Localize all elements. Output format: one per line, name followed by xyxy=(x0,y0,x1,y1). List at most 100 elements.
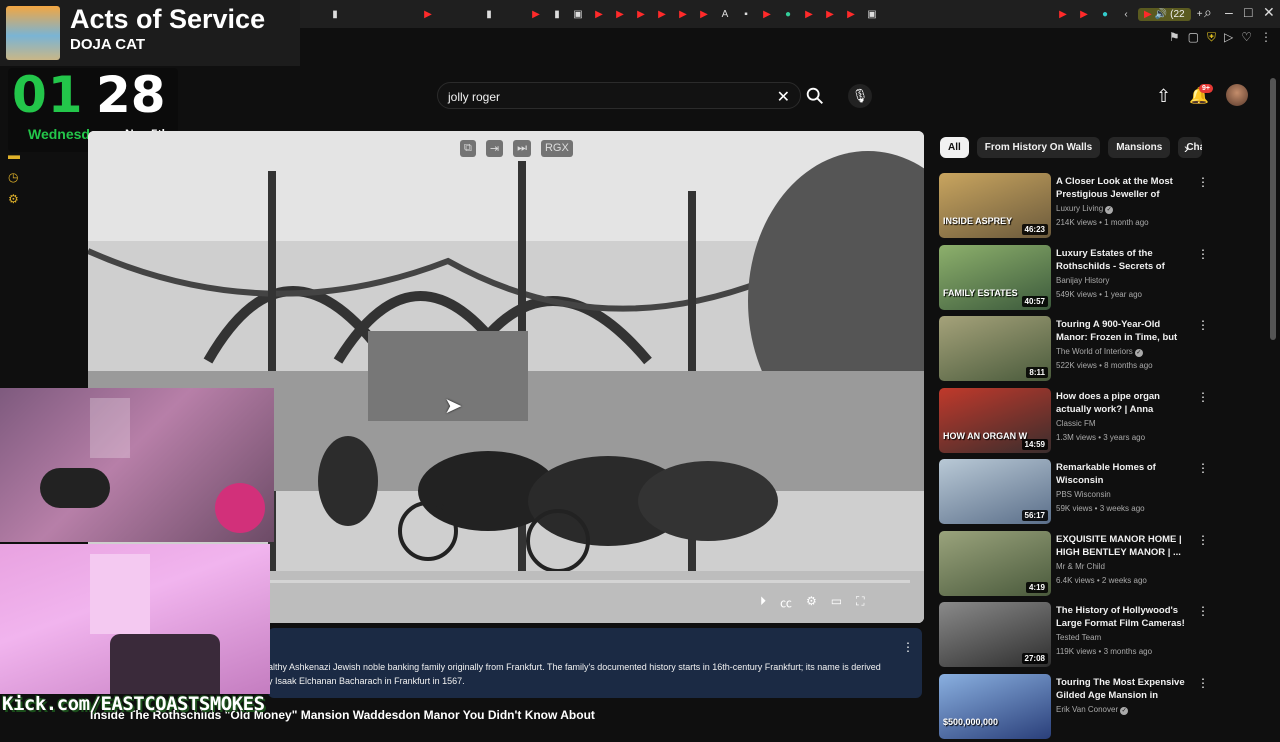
recommendation-item[interactable]: FAMILY ESTATES 40:57 Luxury Estates of the… xyxy=(939,244,1219,313)
heart-icon[interactable]: ♡ xyxy=(1241,30,1252,45)
search-icon[interactable] xyxy=(804,85,826,107)
recommendation-item[interactable]: $500,000,000 Touring The Most Expensive G… xyxy=(939,673,1219,742)
share-icon[interactable]: ⇥ xyxy=(485,140,504,157)
shield-icon[interactable]: ⛨ xyxy=(1207,30,1216,45)
tab-favicon-youtube[interactable]: ▶ xyxy=(842,7,860,21)
tab-favicon-youtube[interactable]: ▶ xyxy=(527,7,545,21)
upload-icon[interactable]: ⇧ xyxy=(1156,86,1171,107)
recommendation-title[interactable]: Luxury Estates of the Rothschilds - Secr… xyxy=(1056,247,1191,275)
more-options-icon[interactable]: ⋮ xyxy=(1197,533,1209,547)
tab-favicon-youtube[interactable]: ▶ xyxy=(674,7,692,21)
avatar[interactable] xyxy=(1226,84,1248,106)
folder-icon[interactable]: ▬ xyxy=(8,148,20,162)
video-thumbnail[interactable]: 56:17 xyxy=(939,459,1051,524)
captions-icon[interactable]: ㏄ xyxy=(780,594,792,611)
more-options-icon[interactable]: ⋮ xyxy=(1197,318,1209,332)
recommendation-title[interactable]: EXQUISITE MANOR HOME | HIGH BENTLEY MANO… xyxy=(1056,533,1191,559)
recommendation-title[interactable]: A Closer Look at the Most Prestigious Je… xyxy=(1056,175,1191,203)
channel-name[interactable]: Mr & Mr Child xyxy=(1056,562,1105,571)
chip-all[interactable]: All xyxy=(940,137,969,158)
more-options-icon[interactable]: ⋮ xyxy=(1197,175,1209,189)
more-options-icon[interactable]: ⋮ xyxy=(1197,247,1209,261)
tab-favicon-youtube[interactable]: ▶ xyxy=(590,7,608,21)
search-input[interactable]: jolly roger xyxy=(448,90,500,104)
rgx-button[interactable]: RGX xyxy=(540,140,573,157)
next-icon[interactable]: ⏭ xyxy=(513,140,531,157)
tab-favicon-youtube[interactable]: ▶ xyxy=(1054,7,1072,21)
menu-icon[interactable]: ⋮ xyxy=(1260,30,1272,45)
recommendation-title[interactable]: Remarkable Homes of Wisconsin xyxy=(1056,461,1191,487)
more-options-icon[interactable]: ⋮ xyxy=(1197,390,1209,404)
channel-name[interactable]: The World of Interiors ✓ xyxy=(1056,347,1143,357)
tab-favicon-youtube[interactable]: ▶ xyxy=(821,7,839,21)
more-options-icon[interactable]: ⋮ xyxy=(1197,461,1209,475)
chip-cut-off[interactable]: Cha xyxy=(1178,137,1203,158)
recommendation-item[interactable]: 8:11 Touring A 900-Year-Old Manor: Frozen… xyxy=(939,316,1219,384)
tab-favicon-green[interactable]: ● xyxy=(779,7,797,21)
channel-name[interactable]: PBS Wisconsin xyxy=(1056,490,1111,499)
clear-search-icon[interactable]: ✕ xyxy=(777,87,790,107)
video-thumbnail[interactable]: 4:19 xyxy=(939,530,1051,596)
search-box[interactable]: jolly roger ✕ xyxy=(437,82,801,109)
history-icon[interactable]: ◷ xyxy=(8,170,20,184)
tab-favicon-youtube[interactable]: ▶ xyxy=(800,7,818,21)
video-thumbnail[interactable]: HOW AN ORGAN W 14:59 xyxy=(939,387,1051,453)
video-thumbnail[interactable]: $500,000,000 xyxy=(939,673,1051,739)
tab-favicon-youtube[interactable]: ▶ xyxy=(419,7,437,21)
video-description[interactable]: ⋮ althy Ashkenazi Jewish noble banking f… xyxy=(268,628,922,698)
recommendation-item[interactable]: 27:08 The History of Hollywood's Large Fo… xyxy=(939,602,1219,670)
tab-favicon-youtube[interactable]: ▶ xyxy=(653,7,671,21)
screenshot-icon[interactable]: ▢ xyxy=(1188,30,1199,45)
play-icon[interactable]: ▷ xyxy=(1224,30,1233,45)
recommendation-item[interactable]: 4:19 EXQUISITE MANOR HOME | HIGH BENTLEY … xyxy=(939,530,1219,599)
progress-bar[interactable] xyxy=(270,580,910,583)
channel-name[interactable]: Erik Van Conover ✓ xyxy=(1056,705,1129,715)
tab-favicon-doc[interactable]: ▮ xyxy=(548,7,566,21)
recommendation-title[interactable]: The History of Hollywood's Large Format … xyxy=(1056,604,1191,630)
bookmark-icon[interactable]: ⚑ xyxy=(1169,30,1180,45)
tab-favicon-youtube[interactable]: ▶ xyxy=(611,7,629,21)
video-thumbnail[interactable]: INSIDE ASPREY 46:23 xyxy=(939,173,1051,238)
more-options-icon[interactable]: ⋮ xyxy=(902,640,914,654)
tab-favicon-doc[interactable]: ▮ xyxy=(326,7,344,21)
tab-favicon-youtube[interactable]: ▶ xyxy=(1075,7,1093,21)
tab-favicon-youtube[interactable]: ▶ xyxy=(632,7,650,21)
autoplay-toggle[interactable]: ⏵ xyxy=(760,594,766,611)
close-window-button[interactable]: ✕ xyxy=(1263,4,1275,21)
channel-name[interactable]: Classic FM xyxy=(1056,419,1096,428)
minimize-button[interactable]: – xyxy=(1225,4,1233,20)
tab-favicon-youtube[interactable]: ▶ xyxy=(695,7,713,21)
recommendation-title[interactable]: Touring The Most Expensive Gilded Age Ma… xyxy=(1056,676,1191,704)
recommendation-item[interactable]: 56:17 Remarkable Homes of Wisconsin PBS Wi… xyxy=(939,459,1219,527)
more-options-icon[interactable]: ⋮ xyxy=(1197,604,1209,618)
tab-favicon-teal[interactable]: ● xyxy=(1096,7,1114,21)
settings-icon[interactable]: ⚙ xyxy=(8,192,20,206)
tab-favicon-youtube[interactable]: ▶ xyxy=(758,7,776,21)
channel-name[interactable]: Luxury Living ✓ xyxy=(1056,204,1114,214)
maximize-button[interactable]: □ xyxy=(1244,4,1252,20)
tab-favicon-a[interactable]: A xyxy=(716,7,734,21)
tab-favicon-gallery[interactable]: ▣ xyxy=(569,7,587,21)
tab-favicon-image[interactable]: ▪ xyxy=(737,7,755,21)
video-thumbnail[interactable]: 27:08 xyxy=(939,602,1051,667)
chip-mansions[interactable]: Mansions xyxy=(1108,137,1171,158)
recommendation-item[interactable]: HOW AN ORGAN W 14:59 How does a pipe organ… xyxy=(939,387,1219,456)
tab-back-icon[interactable]: ‹ xyxy=(1117,7,1135,21)
chevron-right-icon[interactable]: › xyxy=(1184,140,1189,156)
recommendation-title[interactable]: How does a pipe organ actually work? | A… xyxy=(1056,390,1191,418)
video-thumbnail[interactable]: FAMILY ESTATES 40:57 xyxy=(939,244,1051,310)
recommendation-title[interactable]: Touring A 900-Year-Old Manor: Frozen in … xyxy=(1056,318,1191,346)
channel-name[interactable]: Banijay History xyxy=(1056,276,1109,285)
pip-icon[interactable]: ⧉ xyxy=(460,140,476,157)
scrollbar[interactable] xyxy=(1270,78,1276,340)
more-options-icon[interactable]: ⋮ xyxy=(1197,676,1209,690)
video-thumbnail[interactable]: 8:11 xyxy=(939,316,1051,381)
settings-gear-icon[interactable]: ⚙ xyxy=(806,594,817,611)
miniplayer-icon[interactable]: ▭ xyxy=(831,594,842,611)
active-tab[interactable]: ▶ 🔊 (22 xyxy=(1138,7,1191,21)
chip-from-history-on-walls[interactable]: From History On Walls xyxy=(976,137,1101,158)
search-tabs-icon[interactable]: ⌕ xyxy=(1204,4,1212,21)
channel-name[interactable]: Tested Team xyxy=(1056,633,1101,642)
microphone-icon[interactable]: 🎙 xyxy=(848,84,872,108)
fullscreen-icon[interactable]: ⛶ xyxy=(856,594,864,611)
